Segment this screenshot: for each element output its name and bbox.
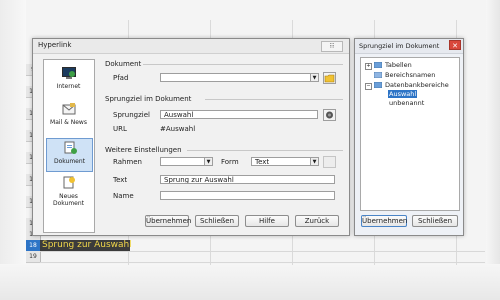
tree-item-unnamed[interactable]: unbenannt [389, 99, 424, 107]
table-icon [374, 62, 382, 68]
target-in-document-dialog: Sprungziel im Dokument ✕ + Tabellen Bere… [354, 38, 464, 236]
divider [205, 99, 343, 100]
tree-item-selection[interactable]: Auswahl [388, 90, 418, 98]
left-shade [0, 0, 26, 300]
folder-icon [324, 74, 335, 83]
divider [187, 150, 343, 151]
url-label: URL [113, 125, 127, 133]
section-title-target: Sprungziel im Dokument [105, 95, 192, 103]
form-select[interactable]: Text [251, 157, 319, 166]
apply-button[interactable]: Übernehmen [145, 215, 191, 227]
row-header[interactable]: 19 [26, 251, 41, 263]
tree-item-ranges[interactable]: Bereichsnamen [385, 71, 435, 79]
bottom-shade [0, 264, 500, 300]
table-row [40, 251, 485, 263]
frame-label: Rahmen [113, 158, 142, 166]
target-input[interactable]: Auswahl [160, 110, 318, 119]
target-tree: + Tabellen Bereichsnamen − Datenbankbere… [360, 57, 460, 211]
path-input[interactable] [160, 73, 318, 82]
active-cell[interactable]: Sprung zur Auswahl [40, 240, 132, 251]
url-value: #Auswahl [160, 125, 196, 133]
close-dialog-button[interactable]: Schließen [412, 215, 458, 227]
events-button[interactable] [323, 156, 336, 168]
dialog-titlebar: Hyperlink ⁝⁝ [33, 39, 349, 54]
dialog-titlebar: Sprungziel im Dokument ✕ [355, 39, 463, 54]
sidebar-item-document[interactable]: Dokument [46, 138, 93, 172]
dialog-title: Sprungziel im Dokument [359, 42, 440, 50]
sidebar-item-label: Internet [56, 83, 81, 90]
sidebar-item-internet[interactable]: Internet [46, 64, 91, 96]
target-in-document-button[interactable] [323, 109, 336, 121]
sidebar-item-mail-news[interactable]: Mail & News [46, 100, 91, 132]
collapse-icon[interactable]: − [365, 83, 372, 90]
sidebar-item-label: Mail & News [50, 119, 87, 126]
apply-button[interactable]: Übernehmen [361, 215, 407, 227]
globe-icon [61, 67, 76, 79]
chevron-down-icon[interactable]: ▼ [310, 73, 319, 82]
envelope-icon [62, 103, 75, 115]
target-label: Sprungziel [113, 111, 150, 119]
chevron-down-icon[interactable]: ▼ [310, 157, 319, 166]
section-title-more-settings: Weitere Einstellungen [105, 146, 182, 154]
hyperlink-dialog: Hyperlink ⁝⁝ Internet Mail & News Dokume… [32, 38, 350, 236]
close-button[interactable]: ⁝⁝ [321, 41, 343, 52]
sidebar-item-label: Neues Dokument [52, 193, 85, 207]
name-input[interactable] [160, 191, 335, 200]
close-icon[interactable]: ✕ [449, 40, 461, 50]
new-document-icon [63, 176, 75, 189]
section-title-document: Dokument [105, 60, 142, 68]
divider [143, 64, 343, 65]
hyperlink-type-sidebar: Internet Mail & News Dokument Neues Doku… [43, 59, 95, 233]
chevron-down-icon[interactable]: ▼ [204, 157, 213, 166]
document-icon [64, 141, 77, 154]
sidebar-item-label: Dokument [53, 158, 86, 165]
form-label: Form [221, 158, 239, 166]
tree-item-tables[interactable]: Tabellen [385, 61, 412, 69]
target-icon [326, 111, 333, 119]
database-icon [374, 82, 382, 88]
text-label: Text [113, 176, 128, 184]
expand-icon[interactable]: + [365, 63, 372, 70]
tree-item-db-ranges[interactable]: Datenbankbereiche [385, 81, 449, 89]
sidebar-item-new-document[interactable]: Neues Dokument [46, 174, 91, 207]
open-file-button[interactable] [323, 72, 336, 84]
help-button[interactable]: Hilfe [245, 215, 289, 227]
path-label: Pfad [113, 74, 129, 82]
name-label: Name [113, 192, 134, 200]
dialog-title: Hyperlink [38, 41, 72, 49]
text-input[interactable]: Sprung zur Auswahl [160, 175, 335, 184]
back-button[interactable]: Zurück [295, 215, 339, 227]
right-shade [486, 0, 500, 300]
range-icon [374, 72, 382, 78]
close-dialog-button[interactable]: Schließen [195, 215, 239, 227]
